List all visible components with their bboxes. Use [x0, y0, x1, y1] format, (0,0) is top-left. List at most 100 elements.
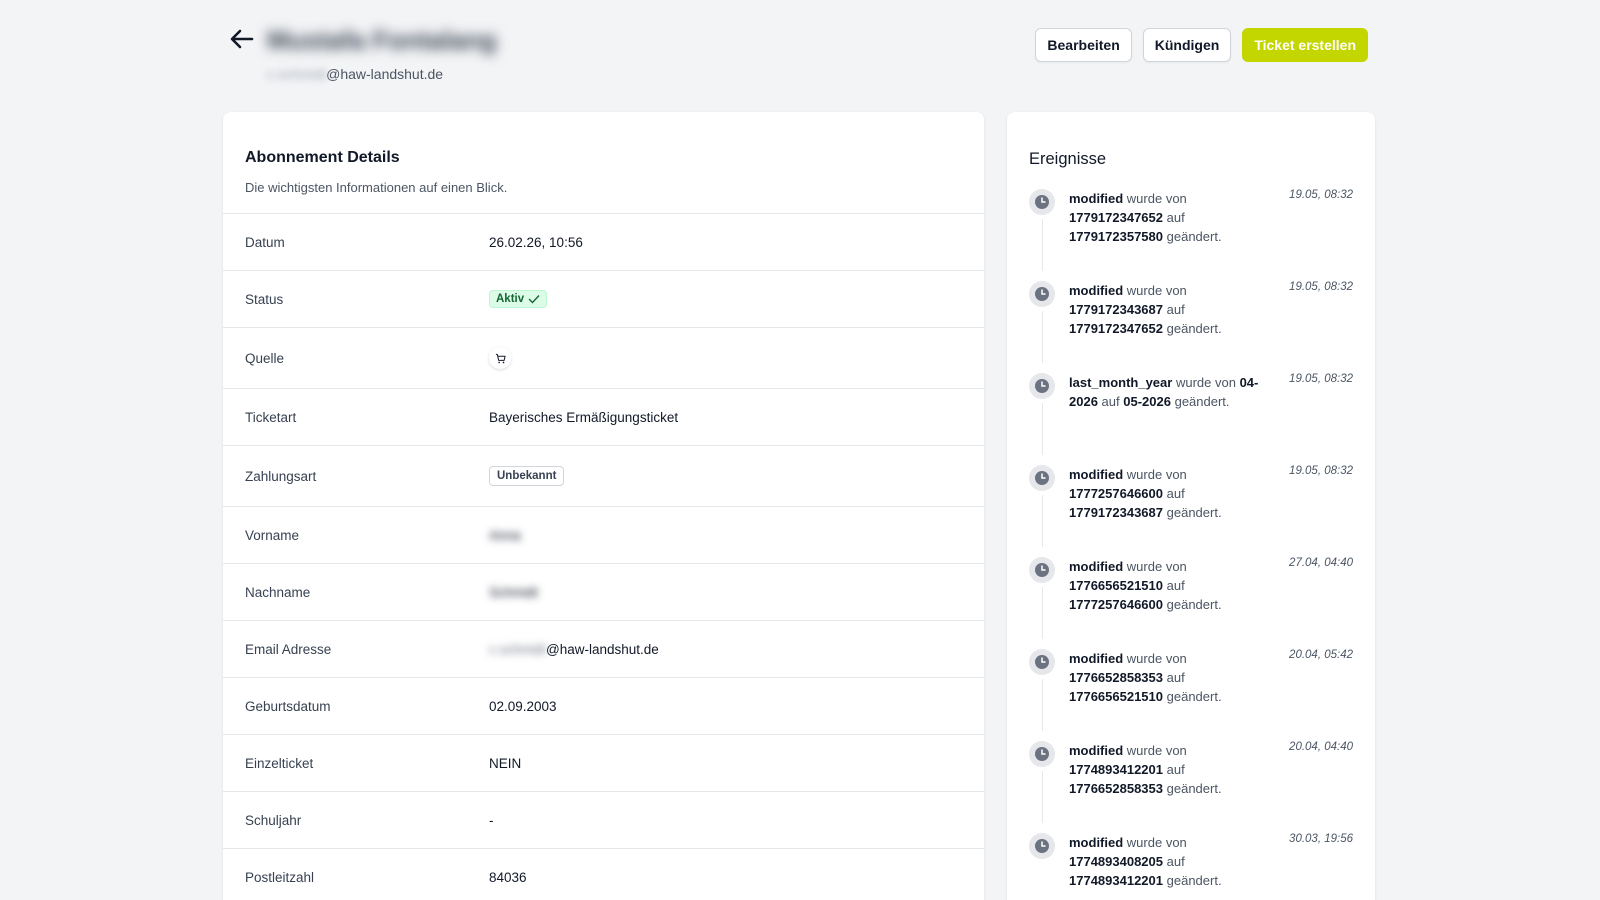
event-by: wurde von: [1126, 743, 1187, 758]
events-title: Ereignisse: [1029, 150, 1107, 168]
clock-icon: [1029, 741, 1055, 767]
detail-row-schuljahr: Schuljahr -: [223, 792, 984, 849]
event-item: modified wurde von 1776656521510 auf 177…: [1029, 557, 1353, 649]
row-value: 84036: [489, 870, 527, 885]
event-to: 1776652858353: [1069, 781, 1163, 796]
event-to-word: auf: [1166, 210, 1185, 225]
event-item: modified wurde von 1777257646600 auf 177…: [1029, 465, 1353, 557]
status-badge: Aktiv: [489, 290, 548, 308]
row-label: Email Adresse: [245, 641, 332, 657]
event-by: wurde von: [1126, 651, 1187, 666]
detail-row-email: Email Adresse c.schmidt@haw-landshut.de: [223, 621, 984, 678]
row-label: Zahlungsart: [245, 468, 317, 484]
timeline-connector: [1041, 495, 1043, 547]
clock-icon: [1029, 465, 1055, 491]
event-from: 1776656521510: [1069, 578, 1163, 593]
timeline-connector: [1041, 679, 1043, 731]
event-to: 1774893412201: [1069, 873, 1163, 888]
event-to: 1779172357580: [1069, 229, 1163, 244]
row-value: Bayerisches Ermäßigungsticket: [489, 409, 679, 425]
row-label: Vorname: [245, 527, 300, 543]
page-email: c.schmidt@haw-landshut.de: [267, 66, 443, 82]
events-card: Ereignisse modified wurde von 1779172347…: [1007, 112, 1375, 900]
email-redacted: c.schmidt: [267, 66, 327, 82]
event-by: wurde von: [1126, 559, 1187, 574]
event-time: 20.04, 04:40: [1289, 741, 1353, 753]
row-label: Status: [245, 291, 284, 307]
email-redacted: c.schmidt: [489, 641, 547, 657]
detail-row-nachname: Nachname Schmidt: [223, 564, 984, 621]
event-text: modified wurde von 1776656521510 auf 177…: [1069, 557, 1279, 614]
check-icon: [528, 295, 540, 304]
event-from: 1774893412201: [1069, 762, 1163, 777]
timeline-connector: [1041, 219, 1043, 271]
event-item: modified wurde von 1779172343687 auf 177…: [1029, 281, 1353, 373]
event-from: 1779172347652: [1069, 210, 1163, 225]
row-value: Schmidt: [489, 584, 538, 600]
event-to-word: auf: [1166, 762, 1185, 777]
event-time: 19.05, 08:32: [1289, 189, 1353, 201]
detail-row-datum: Datum 26.02.26, 10:56: [223, 214, 984, 271]
event-to-word: auf: [1166, 486, 1185, 501]
create-ticket-button[interactable]: Ticket erstellen: [1242, 28, 1368, 62]
detail-row-einzelticket: Einzelticket NEIN: [223, 735, 984, 792]
row-label: Geburtsdatum: [245, 698, 331, 714]
event-from: 1776652858353: [1069, 670, 1163, 685]
row-value: [489, 347, 511, 369]
back-arrow-icon[interactable]: [228, 27, 256, 51]
detail-row-vorname: Vorname Anna: [223, 507, 984, 564]
source-badge: [489, 347, 511, 369]
event-time: 19.05, 08:32: [1289, 373, 1353, 385]
row-value: 26.02.26, 10:56: [489, 234, 583, 250]
event-time: 27.04, 04:40: [1289, 557, 1353, 569]
row-label: Ticketart: [245, 409, 297, 425]
event-by: wurde von: [1175, 375, 1236, 390]
detail-row-status: Status Aktiv: [223, 271, 984, 328]
event-item: modified wurde von 1774893412201 auf 177…: [1029, 741, 1353, 833]
event-to: 1777257646600: [1069, 597, 1163, 612]
detail-row-geburtsdatum: Geburtsdatum 02.09.2003: [223, 678, 984, 735]
payment-badge: Unbekannt: [489, 466, 565, 486]
event-field: last_month_year: [1069, 375, 1173, 390]
row-label: Postleitzahl: [245, 870, 315, 885]
event-by: wurde von: [1126, 835, 1187, 850]
email-domain: @haw-landshut.de: [326, 66, 444, 82]
event-field: modified: [1069, 467, 1124, 482]
details-title: Abonnement Details: [245, 149, 400, 166]
event-changed: geändert.: [1166, 505, 1222, 520]
event-to-word: auf: [1166, 578, 1185, 593]
row-label: Quelle: [245, 350, 285, 366]
event-to-word: auf: [1166, 670, 1185, 685]
event-time: 19.05, 08:32: [1289, 465, 1353, 477]
event-item: modified wurde von 1774893408205 auf 177…: [1029, 833, 1353, 900]
event-field: modified: [1069, 651, 1124, 666]
row-label: Einzelticket: [245, 755, 314, 771]
event-to: 05-2026: [1123, 394, 1171, 409]
header-actions: Bearbeiten Kündigen Ticket erstellen: [1035, 28, 1368, 62]
row-value: NEIN: [489, 755, 522, 771]
clock-icon: [1029, 189, 1055, 215]
event-time: 20.04, 05:42: [1289, 649, 1353, 661]
cart-icon: [495, 353, 506, 363]
event-to: 1779172343687: [1069, 505, 1163, 520]
event-field: modified: [1069, 559, 1124, 574]
timeline-connector: [1041, 403, 1043, 455]
event-to-word: auf: [1101, 394, 1120, 409]
event-to-word: auf: [1166, 854, 1185, 869]
clock-icon: [1029, 649, 1055, 675]
subscription-details-card: Abonnement Details Die wichtigsten Infor…: [223, 112, 984, 900]
event-text: modified wurde von 1776652858353 auf 177…: [1069, 649, 1279, 706]
event-by: wurde von: [1126, 467, 1187, 482]
event-time: 19.05, 08:32: [1289, 281, 1353, 293]
page-title: Mustafa Fontalang: [267, 25, 497, 55]
clock-icon: [1029, 833, 1055, 859]
event-item: last_month_year wurde von 04-2026 auf 05…: [1029, 373, 1353, 465]
clock-icon: [1029, 557, 1055, 583]
event-text: modified wurde von 1774893412201 auf 177…: [1069, 741, 1279, 798]
edit-button[interactable]: Bearbeiten: [1035, 28, 1132, 62]
detail-row-zahlungsart: Zahlungsart Unbekannt: [223, 446, 984, 507]
row-value: c.schmidt@haw-landshut.de: [489, 642, 659, 657]
row-label: Nachname: [245, 584, 311, 600]
cancel-subscription-button[interactable]: Kündigen: [1142, 28, 1232, 62]
event-changed: geändert.: [1166, 229, 1222, 244]
